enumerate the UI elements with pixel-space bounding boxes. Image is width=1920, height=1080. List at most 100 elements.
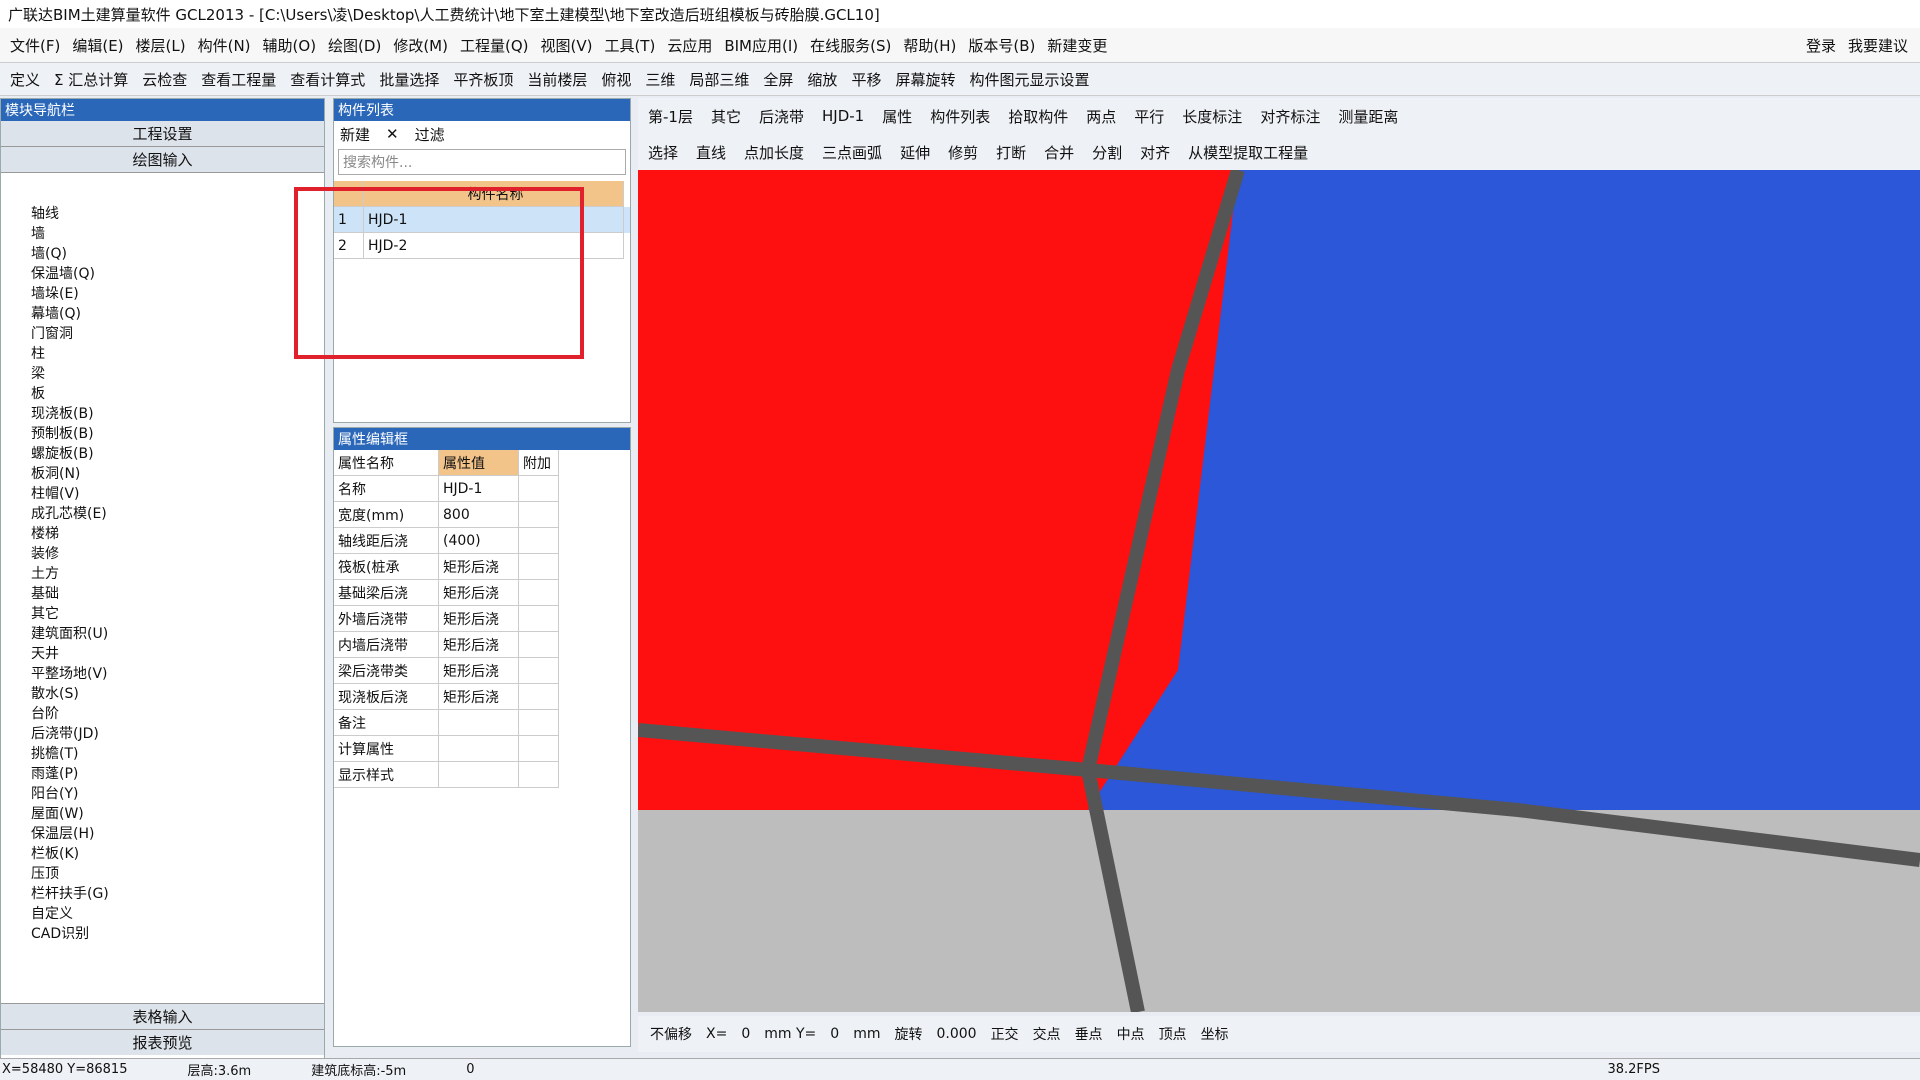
floor-select[interactable]: 当前楼层 xyxy=(527,69,587,90)
login-button[interactable]: 登录 xyxy=(1806,35,1836,56)
arc-button[interactable]: 三点画弧 xyxy=(822,142,882,163)
menu-bim[interactable]: BIM应用(I) xyxy=(724,35,798,56)
trim-button[interactable]: 修剪 xyxy=(948,142,978,163)
prop-row[interactable]: 宽度(mm) 800 xyxy=(334,502,630,528)
type-dropdown[interactable]: 其它 xyxy=(711,106,741,127)
tree-item[interactable]: 雨蓬(P) xyxy=(31,763,324,783)
tree-item[interactable]: 阳台(Y) xyxy=(31,783,324,803)
prop-row[interactable]: 现浇板后浇 矩形后浇 xyxy=(334,684,630,710)
prop-row[interactable]: 轴线距后浇 (400) xyxy=(334,528,630,554)
menu-component[interactable]: 构件(N) xyxy=(198,35,251,56)
prop-row[interactable]: 备注 xyxy=(334,710,630,736)
component-dropdown[interactable]: HJD-1 xyxy=(822,107,864,125)
parallel-button[interactable]: 平行 xyxy=(1134,106,1164,127)
tree-item[interactable]: 墙垛(E) xyxy=(31,283,324,303)
menu-new-change[interactable]: 新建变更 xyxy=(1047,35,1107,56)
tree-item[interactable]: 幕墙(Q) xyxy=(31,303,324,323)
drawing-input-button[interactable]: 绘图输入 xyxy=(1,147,324,173)
prop-row[interactable]: 梁后浇带类 矩形后浇 xyxy=(334,658,630,684)
menu-assist[interactable]: 辅助(O) xyxy=(263,35,317,56)
define-button[interactable]: 定义 xyxy=(10,69,40,90)
view-formula-button[interactable]: 查看计算式 xyxy=(290,69,365,90)
tree-item[interactable]: 自定义 xyxy=(31,903,324,923)
tree-item[interactable]: 螺旋板(B) xyxy=(31,443,324,463)
prop-row[interactable]: 基础梁后浇 矩形后浇 xyxy=(334,580,630,606)
tree-item[interactable]: 柱帽(V) xyxy=(31,483,324,503)
tree-item[interactable]: 预制板(B) xyxy=(31,423,324,443)
tree-item[interactable]: 板洞(N) xyxy=(31,463,324,483)
extend-button[interactable]: 延伸 xyxy=(900,142,930,163)
select-button[interactable]: 选择 xyxy=(648,142,678,163)
two-point-button[interactable]: 两点 xyxy=(1086,106,1116,127)
tree-item[interactable]: 建筑面积(U) xyxy=(31,623,324,643)
menu-edit[interactable]: 编辑(E) xyxy=(72,35,123,56)
menu-help[interactable]: 帮助(H) xyxy=(903,35,956,56)
menu-quantity[interactable]: 工程量(Q) xyxy=(460,35,529,56)
floor-dropdown[interactable]: 第-1层 xyxy=(648,106,693,127)
rotate-button[interactable]: 屏幕旋转 xyxy=(895,69,955,90)
tree-item[interactable]: 土方 xyxy=(31,563,324,583)
tree-item[interactable]: 保温墙(Q) xyxy=(31,263,324,283)
tree-item[interactable]: 天井 xyxy=(31,643,324,663)
prop-row[interactable]: 内墙后浇带 矩形后浇 xyxy=(334,632,630,658)
split-button[interactable]: 分割 xyxy=(1092,142,1122,163)
tree-item[interactable]: 梁 xyxy=(31,363,324,383)
tree-item[interactable]: 柱 xyxy=(31,343,324,363)
menu-floor[interactable]: 楼层(L) xyxy=(136,35,186,56)
prop-row[interactable]: 计算属性 xyxy=(334,736,630,762)
tree-item[interactable]: 楼梯 xyxy=(31,523,324,543)
menu-file[interactable]: 文件(F) xyxy=(10,35,60,56)
merge-button[interactable]: 合并 xyxy=(1044,142,1074,163)
menu-cloud[interactable]: 云应用 xyxy=(667,35,712,56)
line-button[interactable]: 直线 xyxy=(696,142,726,163)
tree-item[interactable]: 现浇板(B) xyxy=(31,403,324,423)
tree-item[interactable]: 墙 xyxy=(31,223,324,243)
menu-draw[interactable]: 绘图(D) xyxy=(328,35,381,56)
menu-view[interactable]: 视图(V) xyxy=(540,35,592,56)
fullscreen-button[interactable]: 全屏 xyxy=(763,69,793,90)
tree-item[interactable]: 台阶 xyxy=(31,703,324,723)
top-view-button[interactable]: 俯视 xyxy=(601,69,631,90)
menu-online[interactable]: 在线服务(S) xyxy=(810,35,891,56)
tree-item[interactable]: 轴线 xyxy=(31,203,324,223)
extract-button[interactable]: 从模型提取工程量 xyxy=(1188,142,1308,163)
local-3d-button[interactable]: 局部三维 xyxy=(689,69,749,90)
align-slab-button[interactable]: 平齐板顶 xyxy=(453,69,513,90)
search-input[interactable]: 搜索构件... xyxy=(338,149,626,175)
batch-select-button[interactable]: 批量选择 xyxy=(379,69,439,90)
delete-icon[interactable]: ✕ xyxy=(386,125,399,143)
attr-button[interactable]: 属性 xyxy=(882,106,912,127)
tree-item[interactable]: 墙(Q) xyxy=(31,243,324,263)
tree-item[interactable]: 散水(S) xyxy=(31,683,324,703)
cloud-check-button[interactable]: 云检查 xyxy=(142,69,187,90)
view-quantity-button[interactable]: 查看工程量 xyxy=(201,69,276,90)
measure-button[interactable]: 测量距离 xyxy=(1338,106,1398,127)
tree-item[interactable]: 屋面(W) xyxy=(31,803,324,823)
menu-version[interactable]: 版本号(B) xyxy=(968,35,1035,56)
tree-item[interactable]: 基础 xyxy=(31,583,324,603)
tree-item[interactable]: 板 xyxy=(31,383,324,403)
report-preview-button[interactable]: 报表预览 xyxy=(1,1029,324,1055)
drawing-viewport[interactable] xyxy=(638,170,1920,1012)
filter-button[interactable]: 过滤 xyxy=(415,124,445,145)
zoom-button[interactable]: 缩放 xyxy=(807,69,837,90)
align-dim-button[interactable]: 对齐标注 xyxy=(1260,106,1320,127)
pan-button[interactable]: 平移 xyxy=(851,69,881,90)
list-button[interactable]: 构件列表 xyxy=(930,106,990,127)
component-tree[interactable]: 轴线墙墙(Q) 保温墙(Q) 墙垛(E) 幕墙(Q) 门窗洞柱梁板现浇板(B) 预制板(B… xyxy=(1,173,324,1003)
tree-item[interactable]: 栏板(K) xyxy=(31,843,324,863)
prop-row[interactable]: 显示样式 xyxy=(334,762,630,788)
menu-modify[interactable]: 修改(M) xyxy=(393,35,448,56)
pick-button[interactable]: 拾取构件 xyxy=(1008,106,1068,127)
tree-item[interactable]: CAD识别 xyxy=(31,923,324,943)
tree-item[interactable]: 平整场地(V) xyxy=(31,663,324,683)
calc-button[interactable]: Σ 汇总计算 xyxy=(54,69,128,90)
length-dim-button[interactable]: 长度标注 xyxy=(1182,106,1242,127)
tree-item[interactable]: 后浇带(JD) xyxy=(31,723,324,743)
tree-item[interactable]: 其它 xyxy=(31,603,324,623)
tree-item[interactable]: 压顶 xyxy=(31,863,324,883)
align-button[interactable]: 对齐 xyxy=(1140,142,1170,163)
tree-item[interactable]: 门窗洞 xyxy=(31,323,324,343)
suggest-button[interactable]: 我要建议 xyxy=(1848,35,1908,56)
project-settings-button[interactable]: 工程设置 xyxy=(1,121,324,147)
